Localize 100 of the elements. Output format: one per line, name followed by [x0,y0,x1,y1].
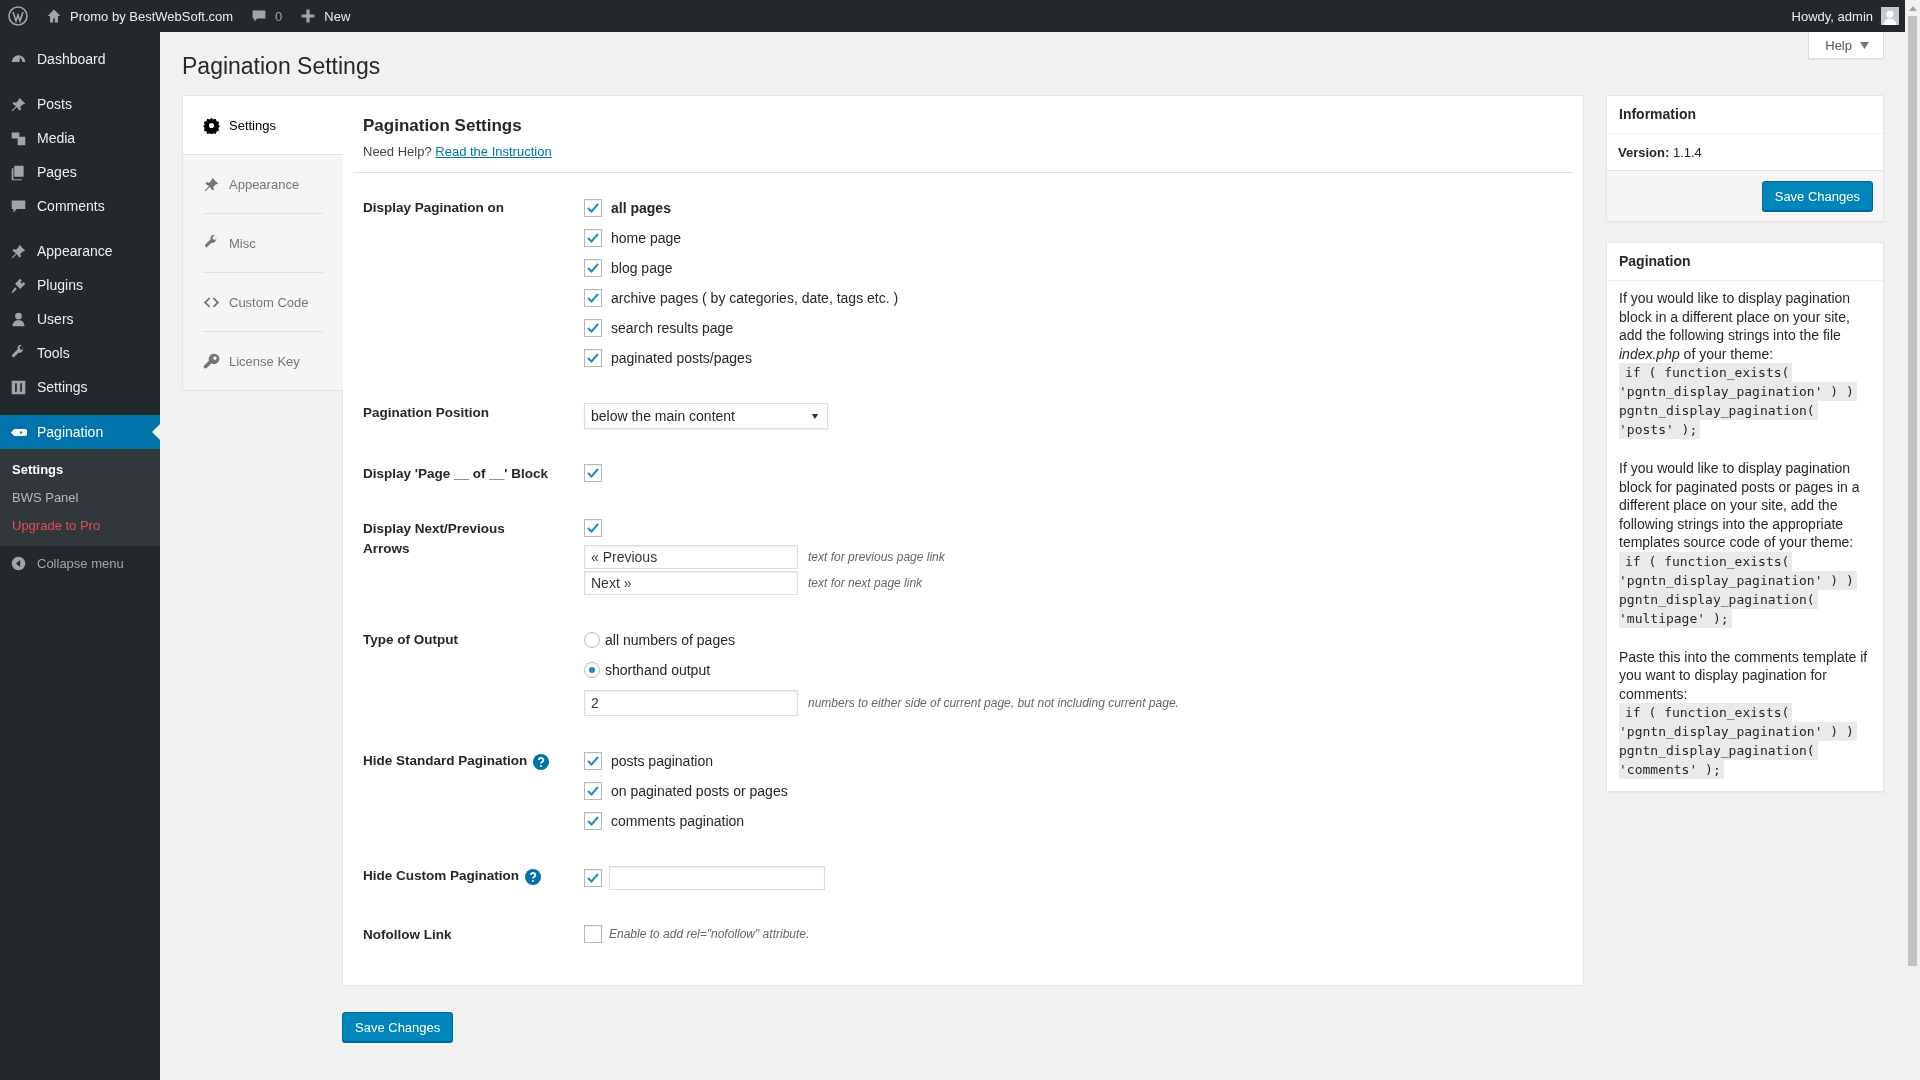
menu-item[interactable]: Settings [0,370,160,404]
menu-item[interactable]: Users [0,302,160,336]
gear-icon [203,116,220,134]
menu-item[interactable]: Tools [0,336,160,370]
avatar-icon [1881,7,1899,25]
option-label: shorthand output [605,661,711,680]
save-changes-button[interactable]: Save Changes [1761,181,1873,211]
checkbox[interactable] [584,349,602,367]
checkbox[interactable] [584,925,602,943]
radio-button[interactable] [584,632,600,648]
user-icon [10,310,27,328]
checkbox[interactable] [584,464,602,482]
option-label: archive pages ( by categories, date, tags etc. ) [611,289,899,308]
tab[interactable]: License Key [203,332,323,390]
scrollbar-thumb[interactable] [1908,16,1917,966]
plus-icon [300,8,317,24]
greeting: Howdy, admin [1791,8,1873,24]
checkbox[interactable] [584,229,602,247]
box-title: Pagination [1607,243,1883,281]
pin-icon [10,95,27,113]
help-icon[interactable] [533,754,550,770]
position-select[interactable]: below the main content [584,403,828,429]
section-title: Pagination Settings [363,116,523,136]
option-label: blog page [611,259,673,278]
checkbox[interactable] [584,519,602,537]
tab[interactable]: Settings [183,96,344,155]
field-label: Hide Standard Pagination [363,752,528,770]
checkbox[interactable] [584,319,602,337]
field-hint: Enable to add rel="nofollow" attribute. [609,927,810,941]
menu-item[interactable]: Dashboard [0,42,160,76]
field-label: Nofollow Link [363,926,452,944]
instruction-text: If you would like to display pagination block for paginated posts or pages in a different place on your site, add the following strings into the appropriate templates source code of your theme: [1619,459,1861,552]
field-hint: numbers to either side of current page, but not including current page. [808,696,1179,710]
field-label: Display Next/Previous Arrows [363,520,506,558]
option-label: posts pagination [611,752,713,771]
instruction-link[interactable]: Read the Instruction [435,144,552,159]
code-snippet: if ( function_exists( 'pgntn_display_pagination' ) ) pgntn_display_pagination( 'posts' ); [1619,363,1871,439]
menu-item[interactable]: Posts [0,87,160,121]
tab[interactable]: Misc [203,214,323,273]
plug-icon [10,276,27,294]
help-tab[interactable]: Help [1808,32,1884,59]
option-label: all numbers of pages [605,631,735,650]
field-label: Pagination Position [363,404,489,422]
option-label: paginated posts/pages [611,349,752,368]
menu-item[interactable]: Pages [0,155,160,189]
checkbox[interactable] [584,869,602,887]
submenu-item[interactable]: Settings [0,456,160,484]
tab[interactable]: Custom Code [203,273,323,332]
input-field[interactable] [609,866,825,890]
comment-count: 0 [275,8,283,24]
box-title: Information [1607,96,1883,134]
save-changes-button[interactable]: Save Changes [342,1012,454,1042]
option-label: on paginated posts or pages [611,782,788,801]
menu-item[interactable]: Appearance [0,234,160,268]
menu-item[interactable]: Comments [0,189,160,223]
checkbox[interactable] [584,259,602,277]
help-icon[interactable] [525,869,541,885]
new-label: New [324,8,351,24]
scroll-up-icon[interactable] [1908,6,1917,11]
checkbox[interactable] [584,752,602,770]
checkbox[interactable] [584,782,602,800]
menu-item[interactable]: Plugins [0,268,160,302]
option-label: all pages [611,199,671,218]
account-menu[interactable]: Howdy, admin [1791,7,1899,25]
field-label: Hide Custom Pagination [363,867,519,885]
sliders-icon [10,378,27,396]
collapse-icon [10,554,27,572]
field-label: Display Pagination on [363,199,505,217]
number-field[interactable]: 2 [584,690,798,716]
checkbox[interactable] [584,289,602,307]
checkbox[interactable] [584,199,602,217]
field-hint: text for previous page link [808,550,945,564]
field-label: Display 'Page __ of __' Block [363,465,548,483]
option-label: comments pagination [611,812,745,831]
input-field[interactable]: « Previous [584,545,798,569]
pages-icon [10,163,27,181]
comment-icon [251,8,268,24]
input-field[interactable]: Next » [584,571,798,595]
collapse-menu-button[interactable]: Collapse menu [0,546,160,580]
new-link[interactable]: New [300,8,351,24]
submenu-item[interactable]: BWS Panel [0,484,160,512]
code-snippet: if ( function_exists( 'pgntn_display_pagination' ) ) pgntn_display_pagination( 'comments' ); [1619,703,1871,779]
home-icon [46,8,62,24]
menu-item[interactable]: Media [0,121,160,155]
instruction-text: Paste this into the comments template if you want to display pagination for comments: [1619,647,1869,703]
option-label: search results page [611,319,734,338]
caret-icon [811,412,819,420]
code-snippet: if ( function_exists( 'pgntn_display_pagination' ) ) pgntn_display_pagination( 'multipage' ); [1619,551,1871,628]
page-title: Pagination Settings [182,53,382,80]
checkbox[interactable] [584,812,602,830]
version-text: Version: 1.1.4 [1618,145,1702,160]
key-icon [203,352,220,370]
comments-link[interactable]: 0 [251,8,283,24]
field-label: Type of Output [363,631,458,649]
help-prefix: Need Help? [363,144,432,159]
radio-button[interactable] [584,662,600,678]
menu-item[interactable]: Pagination [0,415,160,449]
logo-icon[interactable] [8,6,28,26]
caret-icon [1860,41,1869,49]
tab[interactable]: Appearance [203,155,323,214]
